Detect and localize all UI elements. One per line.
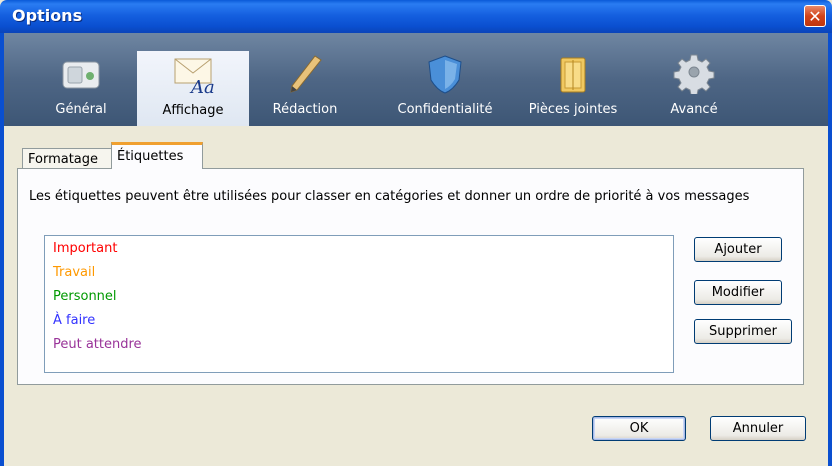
delete-button-label: Supprimer (709, 324, 777, 339)
list-item-todo[interactable]: À faire (53, 313, 95, 328)
window-frame-right (828, 33, 832, 466)
tab-labels[interactable]: Étiquettes (111, 142, 203, 169)
toolbar-label-compose: Rédaction (272, 102, 338, 117)
toolbar-label-display: Affichage (162, 103, 224, 118)
window-title: Options (12, 6, 83, 25)
gear-icon (673, 54, 715, 94)
list-item-important[interactable]: Important (53, 241, 117, 256)
close-icon: ✕ (808, 6, 822, 26)
ok-button-label: OK (629, 421, 649, 436)
toolbar-button-attachments[interactable]: Pièces jointes (517, 50, 629, 124)
toolbar-button-compose[interactable]: Rédaction (249, 50, 361, 124)
cancel-button[interactable]: Annuler (710, 416, 806, 441)
add-button[interactable]: Ajouter (694, 237, 782, 262)
modify-button[interactable]: Modifier (694, 280, 782, 305)
svg-text:Aa: Aa (189, 77, 215, 95)
folder-icon (560, 57, 586, 93)
cancel-button-label: Annuler (732, 421, 784, 436)
list-item-work[interactable]: Travail (53, 265, 95, 280)
add-button-label: Ajouter (714, 242, 762, 257)
tab-label-labels: Étiquettes (117, 149, 184, 164)
general-icon (62, 61, 100, 89)
shield-icon (428, 55, 462, 94)
display-icon: Aa (174, 58, 215, 95)
close-button[interactable]: ✕ (804, 5, 826, 27)
toolbar-button-general[interactable]: Général (25, 50, 137, 124)
labels-panel: Les étiquettes peuvent être utilisées po… (17, 168, 804, 385)
ok-button[interactable]: OK (592, 416, 686, 441)
toolbar-label-privacy: Confidentialité (397, 102, 493, 117)
toolbar-label-attachments: Pièces jointes (528, 102, 618, 117)
toolbar-button-privacy[interactable]: Confidentialité (389, 50, 501, 124)
list-item-later[interactable]: Peut attendre (53, 337, 142, 352)
pen-icon (290, 55, 322, 93)
labels-listbox[interactable]: Important Travail Personnel À faire Peut… (44, 235, 674, 373)
toolbar-button-display[interactable]: Aa Affichage (137, 51, 249, 126)
modify-button-label: Modifier (711, 285, 765, 300)
delete-button[interactable]: Supprimer (694, 319, 792, 344)
labels-description: Les étiquettes peuvent être utilisées po… (29, 189, 750, 204)
tab-label-formatting: Formatage (28, 152, 99, 167)
preferences-toolbar: Général Aa Affichage Rédaction Confident… (4, 33, 828, 126)
list-item-personal[interactable]: Personnel (53, 289, 117, 304)
toolbar-label-advanced: Avancé (670, 102, 718, 117)
toolbar-button-advanced[interactable]: Avancé (638, 50, 750, 124)
toolbar-label-general: Général (55, 102, 107, 117)
tab-formatting[interactable]: Formatage (22, 148, 112, 170)
title-bar: Options ✕ (0, 0, 832, 33)
